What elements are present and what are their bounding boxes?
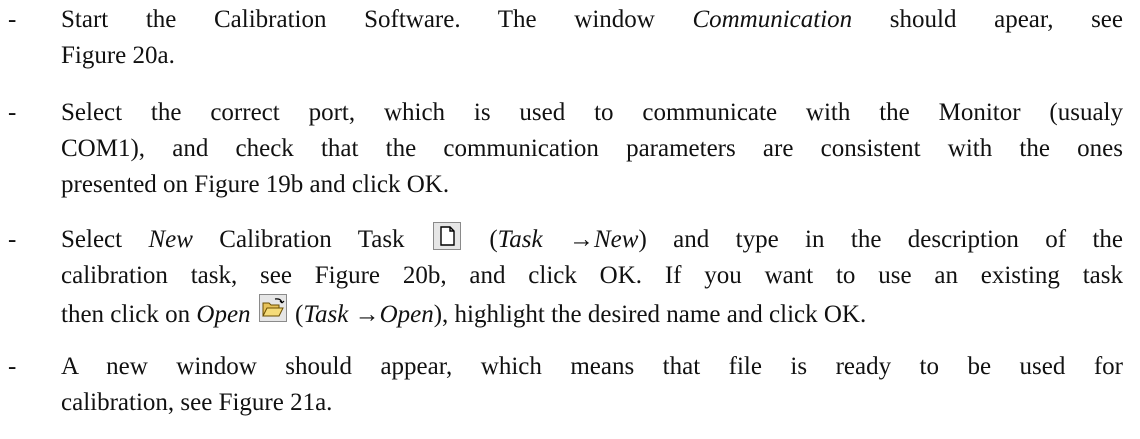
text-run: should apear, see bbox=[852, 6, 1124, 33]
italic-text: New bbox=[148, 226, 193, 253]
document-page: - Start the Calibration Software. The win… bbox=[0, 0, 1140, 439]
text-line: Select the correct port, which is used t… bbox=[61, 95, 1123, 131]
text-run: Calibration Task bbox=[192, 226, 431, 253]
bullet-text: Select the correct port, which is used t… bbox=[61, 95, 1123, 203]
italic-text: Open bbox=[196, 301, 251, 328]
text-run: calibration task, see Figure 20b, and cl… bbox=[61, 262, 1123, 289]
bullet-dash: - bbox=[8, 353, 17, 380]
text-run: presented on Figure 19b and click OK. bbox=[61, 171, 450, 198]
text-line: Start the Calibration Software. The wind… bbox=[61, 2, 1123, 38]
text-line: presented on Figure 19b and click OK. bbox=[61, 167, 1123, 203]
text-run: ) and type in the description of the bbox=[638, 226, 1124, 253]
text-run: then click on bbox=[61, 301, 197, 328]
text-line: calibration, see Figure 21a. bbox=[61, 385, 1123, 421]
new-file-icon bbox=[432, 222, 461, 250]
bullet-text: A new window should appear, which means … bbox=[61, 349, 1123, 421]
text-line: A new window should appear, which means … bbox=[61, 349, 1123, 385]
italic-text: Open bbox=[379, 301, 434, 328]
text-run: Select the correct port, which is used t… bbox=[61, 99, 1123, 126]
text-line: then click on Open (Task →Open), highlig… bbox=[61, 294, 1123, 333]
text-run: Select bbox=[61, 226, 149, 253]
bullet-dash: - bbox=[8, 226, 17, 253]
text-run: A new window should appear, which means … bbox=[61, 353, 1123, 380]
italic-text: Task bbox=[497, 226, 543, 253]
bullet-dash: - bbox=[8, 99, 17, 126]
text-run: → bbox=[542, 226, 594, 253]
italic-text: New bbox=[594, 226, 639, 253]
text-run: calibration, see Figure 21a. bbox=[61, 389, 333, 416]
italic-text: Task bbox=[303, 301, 349, 328]
text-run: ), highlight the desired name and click … bbox=[433, 301, 867, 328]
bullet-text: Select New Calibration Task (Task →New) … bbox=[61, 222, 1123, 333]
italic-text: Communication bbox=[692, 6, 853, 33]
open-folder-icon bbox=[258, 294, 287, 322]
bullet-text: Start the Calibration Software. The wind… bbox=[61, 2, 1123, 74]
text-run: → bbox=[348, 301, 380, 328]
text-line: Figure 20a. bbox=[61, 38, 1123, 74]
text-line: COM1), and check that the communication … bbox=[61, 131, 1123, 167]
text-line: Select New Calibration Task (Task →New) … bbox=[61, 222, 1123, 258]
text-run: ( bbox=[288, 301, 304, 328]
bullet-dash: - bbox=[8, 6, 17, 33]
text-run bbox=[251, 301, 257, 328]
text-run: Figure 20a. bbox=[61, 42, 175, 69]
text-line: calibration task, see Figure 20b, and cl… bbox=[61, 258, 1123, 294]
text-run: ( bbox=[462, 226, 498, 253]
text-run: COM1), and check that the communication … bbox=[61, 135, 1123, 162]
text-run: Start the Calibration Software. The wind… bbox=[61, 6, 693, 33]
